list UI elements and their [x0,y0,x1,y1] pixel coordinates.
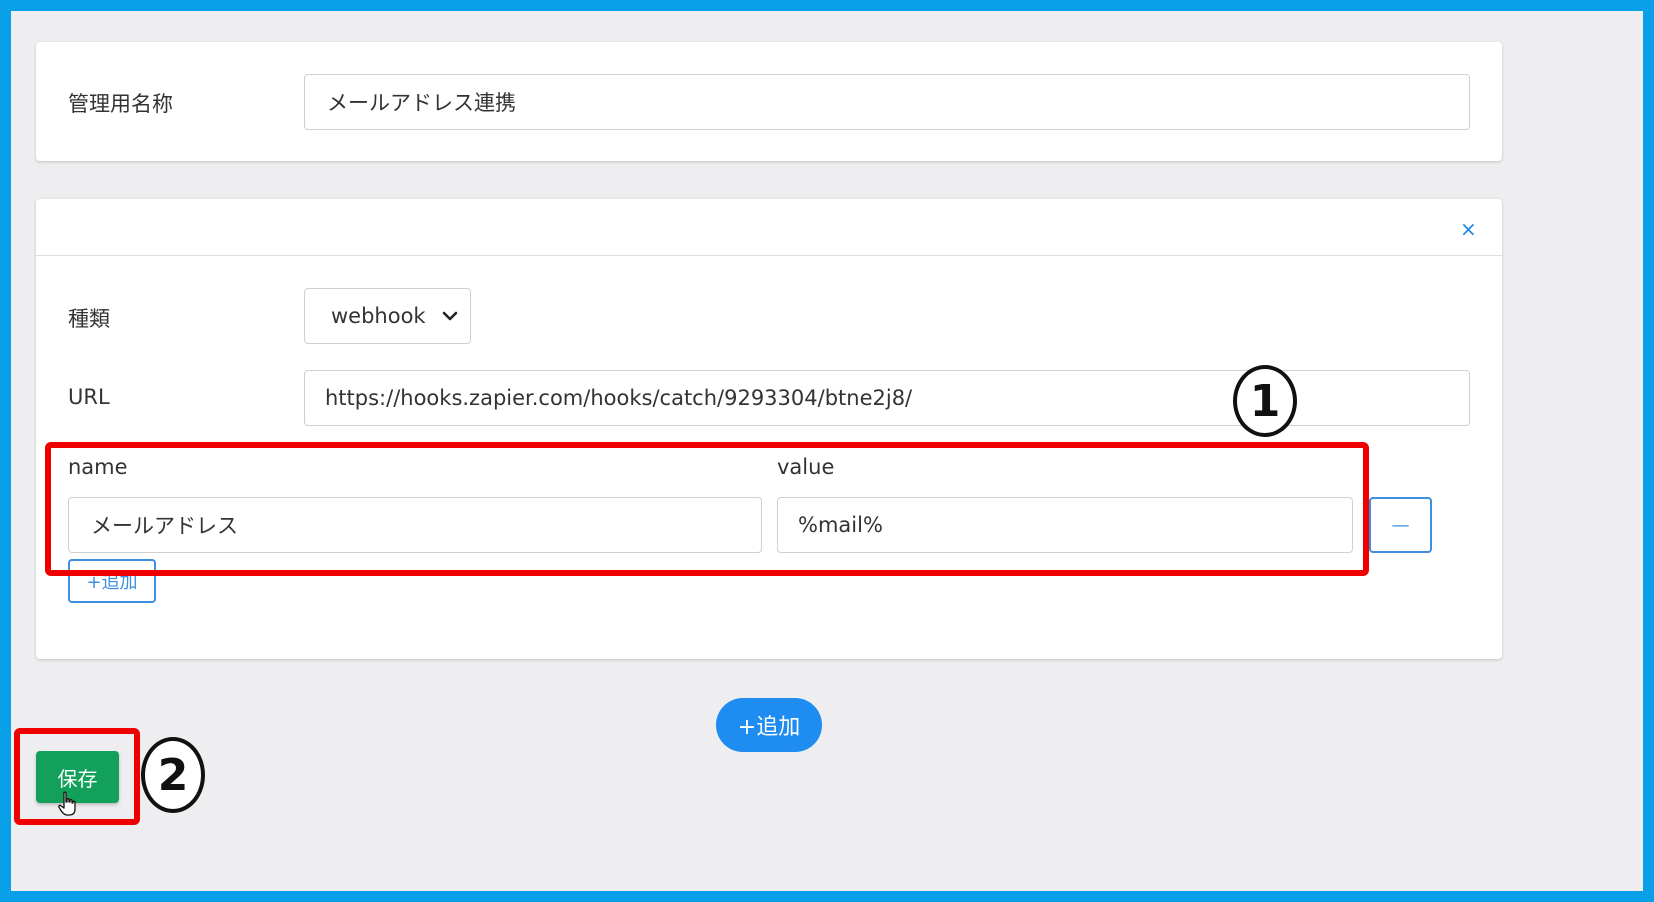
card-header-divider [36,255,1502,256]
name-label: 管理用名称 [68,92,173,116]
step-marker-1: 1 [1233,365,1297,437]
step-marker-2-text: 2 [157,749,189,801]
name-card: 管理用名称 メールアドレス連携 [36,42,1502,161]
highlight-box-params [45,442,1369,576]
type-selected-value: webhook [331,304,426,328]
management-name-input[interactable]: メールアドレス連携 [304,74,1470,130]
step-marker-1-text: 1 [1249,375,1281,427]
remove-param-button[interactable]: — [1369,497,1432,553]
page-canvas: 管理用名称 メールアドレス連携 × 種類 webhook URL https:/… [11,11,1643,891]
highlight-box-save [14,728,140,825]
add-section-label: +追加 [737,715,801,740]
step-marker-2: 2 [141,737,205,813]
management-name-value: メールアドレス連携 [327,91,516,115]
url-value: https://hooks.zapier.com/hooks/catch/929… [325,386,913,410]
add-section-button[interactable]: +追加 [716,698,822,752]
type-label: 種類 [68,307,110,331]
url-label: URL [68,385,110,409]
close-icon[interactable]: × [1460,217,1477,241]
minus-icon: — [1391,514,1410,536]
chevron-down-icon [442,311,458,321]
type-select[interactable]: webhook [304,288,471,344]
